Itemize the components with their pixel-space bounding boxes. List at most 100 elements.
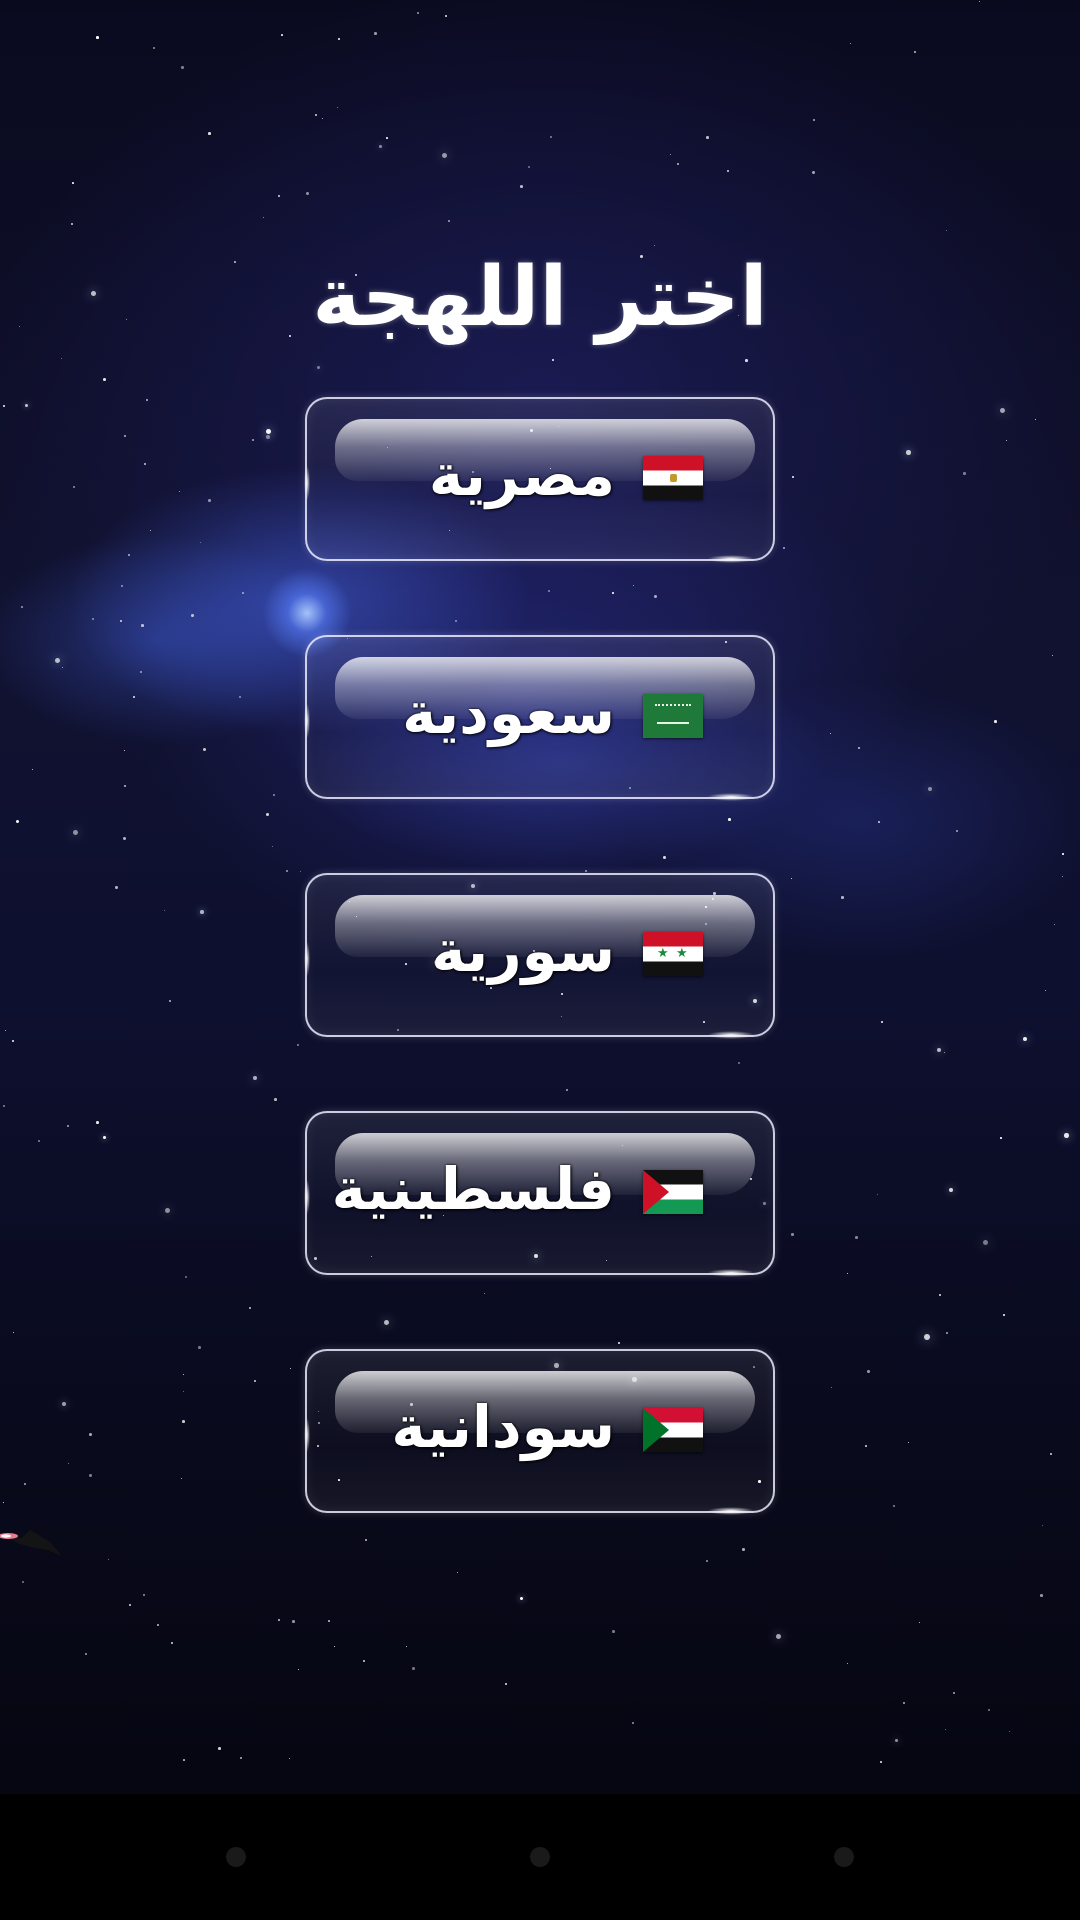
star-decoration <box>1042 1525 1044 1527</box>
star-decoration <box>903 1702 906 1705</box>
star-decoration <box>124 750 126 752</box>
star-decoration <box>1040 1594 1043 1597</box>
button-sparkle <box>707 793 755 801</box>
star-decoration <box>249 1307 251 1309</box>
star-decoration <box>146 399 149 402</box>
dialect-button-syrian[interactable]: سورية ★ ★ <box>304 873 775 1039</box>
star-decoration <box>1052 655 1054 657</box>
star-decoration <box>379 145 383 149</box>
star-decoration <box>1000 1137 1002 1139</box>
star-decoration <box>632 1722 635 1725</box>
star-decoration <box>548 590 550 592</box>
star-decoration <box>831 1387 833 1389</box>
star-decoration <box>61 358 63 360</box>
star-decoration <box>1064 1133 1069 1138</box>
star-decoration <box>880 1761 882 1763</box>
star-decoration <box>129 1604 131 1606</box>
button-sparkle <box>707 1269 755 1277</box>
star-decoration <box>62 1402 66 1406</box>
dialect-label: مصرية <box>428 441 615 509</box>
dialect-button-egyptian[interactable]: مصرية <box>304 397 775 563</box>
star-decoration <box>141 624 144 627</box>
star-decoration <box>306 192 309 195</box>
star-decoration <box>363 1660 366 1663</box>
star-decoration <box>290 1368 292 1370</box>
spaceship-decoration <box>0 1530 62 1556</box>
star-decoration <box>198 1346 201 1349</box>
star-decoration <box>72 182 74 184</box>
star-decoration <box>208 132 211 135</box>
star-decoration <box>266 429 271 434</box>
star-decoration <box>182 1420 185 1423</box>
star-decoration <box>1062 853 1064 855</box>
star-decoration <box>994 720 997 723</box>
star-decoration <box>745 359 748 362</box>
star-decoration <box>266 813 269 816</box>
star-decoration <box>988 1709 991 1712</box>
star-decoration <box>1062 876 1064 878</box>
star-decoration <box>16 820 19 823</box>
star-decoration <box>157 1624 160 1627</box>
star-decoration <box>445 15 447 17</box>
star-decoration <box>455 620 458 623</box>
star-decoration <box>12 1040 14 1042</box>
star-decoration <box>181 1478 183 1480</box>
star-decoration <box>1050 1453 1052 1455</box>
star-decoration <box>71 223 73 225</box>
star-decoration <box>108 1559 110 1561</box>
star-decoration <box>218 1747 221 1750</box>
star-decoration <box>96 1121 99 1124</box>
star-decoration <box>263 217 265 219</box>
star-decoration <box>191 614 194 617</box>
dialect-label: سودانية <box>391 1393 615 1461</box>
dialect-button-palestinian[interactable]: فلسطينية <box>304 1111 775 1277</box>
star-decoration <box>850 43 852 45</box>
button-sparkle <box>707 555 755 563</box>
star-decoration <box>62 667 64 669</box>
dialect-button-saudi[interactable]: سعودية <box>304 635 775 801</box>
star-decoration <box>956 830 959 833</box>
star-decoration <box>919 1622 921 1624</box>
star-decoration <box>881 1021 883 1023</box>
star-decoration <box>143 1594 145 1596</box>
star-decoration <box>55 658 61 664</box>
star-decoration <box>928 787 933 792</box>
star-decoration <box>164 910 166 912</box>
star-decoration <box>165 1208 170 1213</box>
star-decoration <box>550 136 552 138</box>
dialect-button-sudanese[interactable]: سودانية <box>304 1349 775 1515</box>
star-decoration <box>1054 924 1056 926</box>
star-decoration <box>274 1098 277 1101</box>
star-decoration <box>115 886 118 889</box>
star-decoration <box>983 1240 989 1246</box>
star-decoration <box>338 38 341 41</box>
recents-button[interactable] <box>834 1847 854 1867</box>
back-button[interactable] <box>226 1847 246 1867</box>
page-title: اختر اللهجة <box>312 249 768 345</box>
star-decoration <box>908 1442 910 1444</box>
star-decoration <box>924 1334 930 1340</box>
star-decoration <box>742 1548 745 1551</box>
star-decoration <box>68 1463 70 1465</box>
star-decoration <box>945 1729 947 1731</box>
star-decoration <box>412 1667 415 1670</box>
star-decoration <box>847 1663 849 1665</box>
star-decoration <box>953 1692 956 1695</box>
star-decoration <box>914 51 917 54</box>
home-button[interactable] <box>530 1847 550 1867</box>
star-decoration <box>32 769 34 771</box>
star-decoration <box>865 1445 867 1447</box>
star-decoration <box>728 818 731 821</box>
star-decoration <box>200 542 202 544</box>
star-decoration <box>21 606 23 608</box>
star-decoration <box>200 910 204 914</box>
star-decoration <box>328 1620 331 1623</box>
star-decoration <box>286 870 289 873</box>
star-decoration <box>520 185 523 188</box>
star-decoration <box>144 463 147 466</box>
star-decoration <box>185 1276 188 1279</box>
system-navigation-bar <box>0 1794 1080 1920</box>
star-decoration <box>552 359 555 362</box>
dialect-label: سعودية <box>402 679 615 747</box>
star-decoration <box>120 620 123 623</box>
